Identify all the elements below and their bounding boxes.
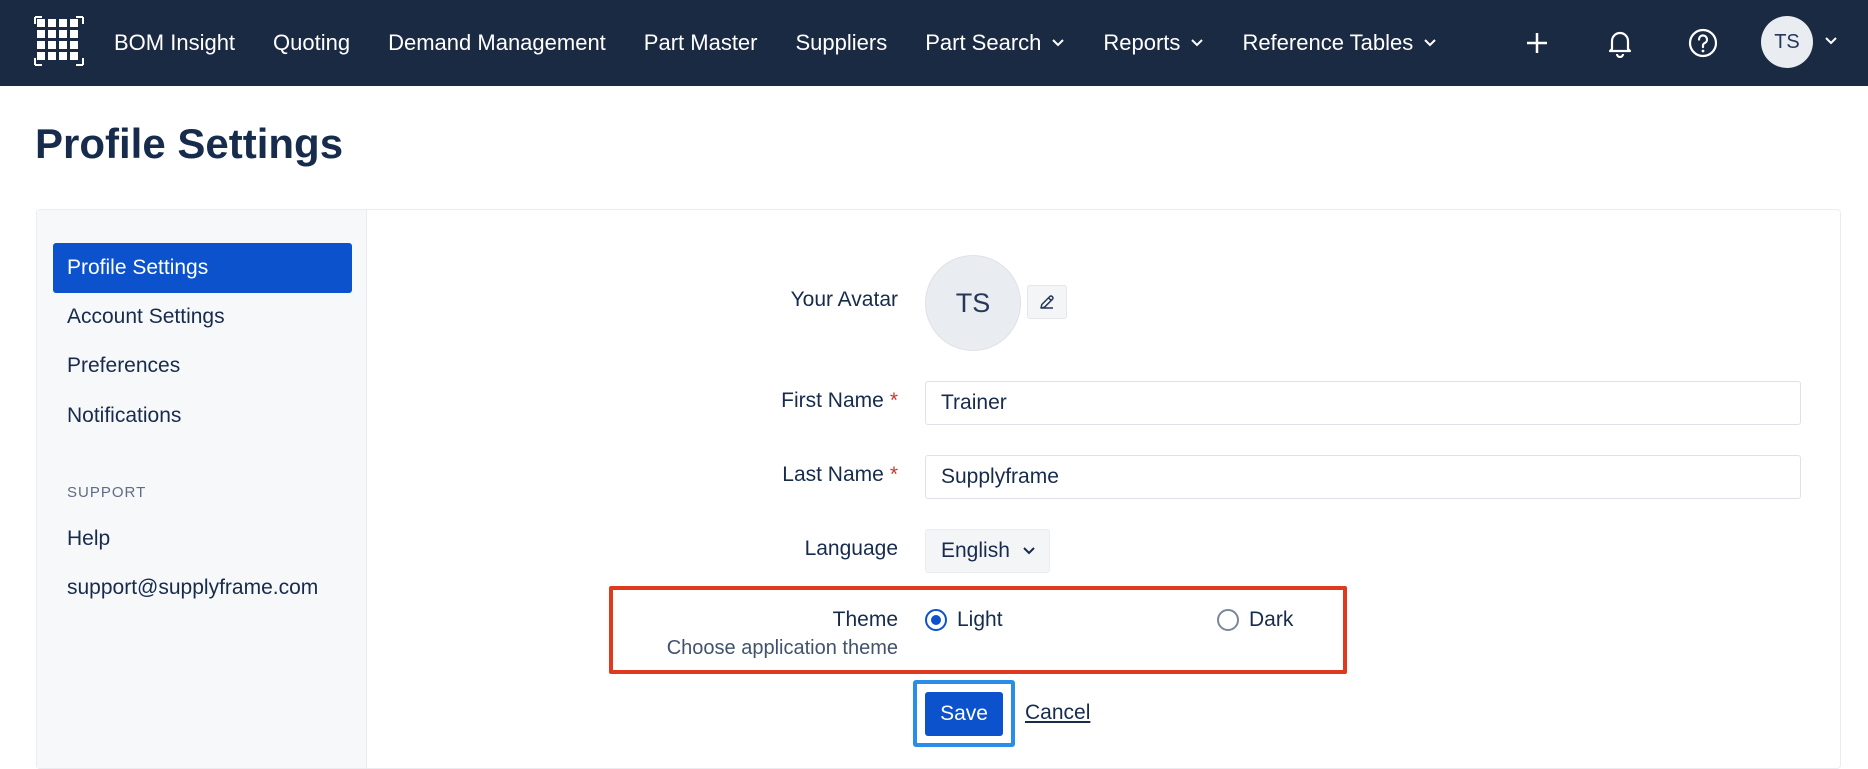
chevron-down-icon (1023, 547, 1035, 555)
settings-sidebar: Profile Settings Account Settings Prefer… (37, 210, 367, 768)
sidebar-item-profile-settings[interactable]: Profile Settings (53, 243, 352, 293)
nav-item-demand-management[interactable]: Demand Management (388, 30, 606, 56)
nav-item-label: Reference Tables (1242, 30, 1414, 55)
chevron-down-icon[interactable] (1824, 36, 1838, 46)
nav-item-label: Part Search (925, 30, 1042, 55)
first-name-field[interactable] (925, 381, 1801, 425)
chevron-down-icon (1424, 39, 1436, 47)
sidebar-item-label: Account Settings (67, 305, 225, 328)
avatar-initials: TS (955, 287, 991, 318)
nav-item-label: Reports (1103, 30, 1181, 55)
theme-light-label[interactable]: Light (957, 608, 1003, 632)
nav-item-reports[interactable]: Reports (1103, 30, 1204, 56)
last-name-label: Last Name * (782, 463, 898, 487)
first-name-label: First Name * (781, 389, 898, 413)
edit-avatar-button[interactable] (1027, 285, 1067, 319)
theme-sublabel: Choose application theme (666, 637, 898, 659)
nav-item-label: BOM Insight (114, 30, 236, 55)
nav-item-part-master[interactable]: Part Master (644, 30, 758, 56)
theme-light-radio[interactable] (925, 609, 947, 631)
nav-item-label: Quoting (273, 30, 351, 55)
nav-item-suppliers[interactable]: Suppliers (796, 30, 888, 56)
sidebar-item-account-settings[interactable]: Account Settings (53, 292, 352, 342)
sidebar-item-preferences[interactable]: Preferences (53, 341, 352, 391)
help-icon[interactable] (1682, 22, 1724, 64)
language-label: Language (804, 537, 898, 560)
nav-item-part-search[interactable]: Part Search (925, 30, 1065, 56)
first-name-label-text: First Name (781, 389, 884, 412)
profile-avatar: TS (925, 255, 1021, 351)
theme-dark-radio[interactable] (1217, 609, 1239, 631)
sidebar-item-help[interactable]: Help (53, 514, 352, 564)
nav-item-quoting[interactable]: Quoting (273, 30, 350, 56)
plus-icon[interactable] (1516, 22, 1558, 64)
avatar-initials: TS (1774, 30, 1800, 53)
theme-dark-label[interactable]: Dark (1249, 608, 1293, 632)
sidebar-item-notifications[interactable]: Notifications (53, 391, 352, 441)
last-name-label-text: Last Name (782, 463, 884, 486)
language-select[interactable]: English (925, 529, 1050, 573)
theme-label: Theme (832, 608, 898, 631)
sidebar-support-heading: SUPPORT (67, 484, 147, 501)
nav-item-label: Suppliers (795, 30, 888, 55)
sidebar-item-label: Notifications (67, 404, 182, 427)
avatar-label: Your Avatar (790, 288, 898, 311)
top-navigation-bar: BOM Insight Quoting Demand Management Pa… (0, 0, 1868, 86)
language-value: English (941, 539, 1010, 562)
sidebar-item-label: Profile Settings (67, 256, 209, 279)
sidebar-item-label: support@supplyframe.com (67, 576, 319, 599)
sidebar-item-support-email[interactable]: support@supplyframe.com (53, 563, 352, 613)
user-avatar[interactable]: TS (1761, 16, 1813, 68)
nav-item-label: Demand Management (388, 30, 606, 55)
bell-icon[interactable] (1599, 22, 1641, 64)
sidebar-item-label: Preferences (67, 354, 181, 377)
chevron-down-icon (1191, 39, 1204, 47)
sidebar-item-label: Help (67, 527, 111, 550)
cancel-link[interactable]: Cancel (1025, 701, 1090, 725)
chevron-down-icon (1052, 39, 1065, 47)
nav-item-label: Part Master (643, 30, 758, 55)
save-button[interactable]: Save (925, 692, 1003, 736)
main-menu: BOM Insight Quoting Demand Management Pa… (114, 0, 1475, 86)
last-name-field[interactable] (925, 455, 1801, 499)
page-title: Profile Settings (35, 120, 344, 167)
required-marker: * (889, 463, 898, 486)
nav-item-bom-insight[interactable]: BOM Insight (114, 30, 235, 56)
pencil-icon (1040, 295, 1054, 309)
required-marker: * (889, 389, 898, 412)
grid-logo-icon[interactable] (34, 16, 84, 66)
nav-item-reference-tables[interactable]: Reference Tables (1242, 30, 1437, 56)
